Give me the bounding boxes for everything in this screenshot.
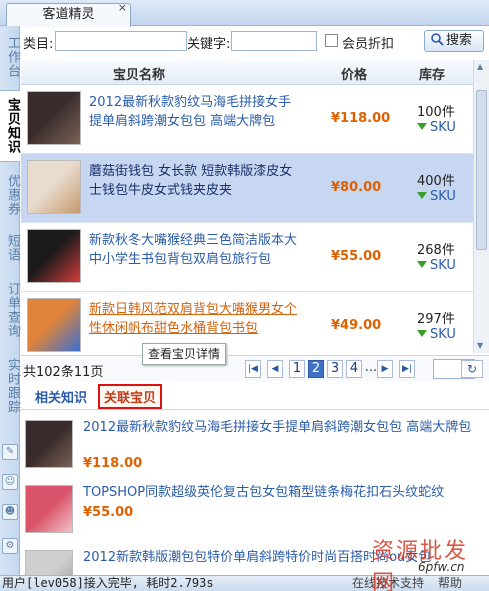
item-stock: 100件 (417, 105, 455, 120)
sku-dropdown[interactable]: SKU (417, 189, 456, 204)
keyword-input[interactable] (231, 31, 317, 51)
item-price: ¥118.00 (331, 111, 391, 126)
user-group-icon[interactable]: ☻ (2, 504, 18, 520)
category-label: 类目: (23, 37, 54, 52)
user-icon[interactable]: ☺ (2, 474, 18, 490)
watermark-site: 6pfw.cn (418, 560, 465, 574)
last-page-icon[interactable]: ▶| (399, 360, 415, 378)
sidebar-item-workbench[interactable]: 工作台 (0, 32, 20, 82)
item-thumbnail[interactable] (27, 298, 81, 352)
table-header: 宝贝名称 价格 库存 (21, 60, 473, 85)
sku-dropdown[interactable]: SKU (417, 258, 456, 273)
search-button-label: 搜索 (446, 33, 473, 48)
item-stock: 268件 (417, 243, 455, 258)
item-name-link[interactable]: 新款秋冬大嘴猴经典三色简洁版本大中小学生书包背包双肩包旅行包 (89, 231, 299, 269)
related-item-thumbnail[interactable] (25, 420, 73, 468)
item-price: ¥80.00 (331, 180, 382, 195)
sidebar-item-order-query[interactable]: 订单查询 (0, 276, 20, 344)
item-stock: 400件 (417, 174, 455, 189)
related-item-thumbnail[interactable] (25, 550, 73, 575)
related-item[interactable]: 2012最新秋款豹纹马海毛拼接女手提单肩斜跨潮女包包 高端大牌包 ¥118.00 (21, 412, 489, 477)
prev-page-icon[interactable]: ◀ (267, 360, 283, 378)
sku-dropdown[interactable]: SKU (417, 327, 456, 342)
tab-related-items[interactable]: 关联宝贝 (98, 384, 163, 409)
column-header-name: 宝贝名称 (113, 68, 166, 83)
tab-kedao-jingling[interactable]: 客道精灵 × (6, 1, 131, 27)
page-4-button[interactable]: 4 (346, 360, 362, 378)
page-3-button[interactable]: 3 (327, 360, 343, 378)
tab-title: 客道精灵 (42, 7, 95, 22)
column-header-price: 价格 (341, 68, 368, 83)
item-price: ¥49.00 (331, 318, 382, 333)
item-thumbnail[interactable] (27, 160, 81, 214)
item-price: ¥55.00 (331, 249, 382, 264)
related-item-price: ¥55.00 (83, 505, 134, 520)
pencil-icon[interactable]: ✎ (2, 444, 18, 460)
sidebar: 工作台 宝贝知识 优惠券 短语 订单查询 实时跟踪 ✎ ☺ ☻ ⚙ (0, 26, 20, 575)
pagination-bar: 共102条11页 |◀ ◀ 1 2 3 4 ... ▶ ▶| ↻ (21, 355, 489, 381)
items-table: 宝贝名称 价格 库存 2012最新秋款豹纹马海毛拼接女手提单肩斜跨潮女包包 高端… (21, 60, 473, 353)
page-2-button[interactable]: 2 (308, 360, 324, 378)
next-page-icon[interactable]: ▶ (377, 360, 393, 378)
related-item-name-link[interactable]: TOPSHOP同款超级英伦复古包女包箱型链条梅花扣石头纹蛇纹 (83, 483, 473, 502)
tab-related-knowledge[interactable]: 相关知识 (35, 387, 87, 406)
scrollbar-thumb[interactable] (476, 90, 487, 250)
first-page-icon[interactable]: |◀ (245, 360, 261, 378)
item-stock: 297件 (417, 312, 455, 327)
item-name-link[interactable]: 2012最新秋款豹纹马海毛拼接女手提单肩斜跨潮女包包 高端大牌包 (89, 93, 299, 131)
related-item-thumbnail[interactable] (25, 485, 73, 533)
total-count: 共102条11页 (23, 365, 104, 380)
search-icon (431, 33, 444, 46)
title-bar: 客道精灵 × (0, 0, 489, 27)
table-row[interactable]: 新款秋冬大嘴猴经典三色简洁版本大中小学生书包背包双肩包旅行包 ¥55.00 268件… (21, 223, 473, 292)
sku-dropdown[interactable]: SKU (417, 120, 456, 135)
related-item-price: ¥118.00 (83, 456, 143, 471)
scroll-down-icon[interactable]: ▼ (477, 341, 483, 350)
sidebar-item-item-knowledge[interactable]: 宝贝知识 (0, 90, 20, 162)
related-item-name-link[interactable]: 2012最新秋款豹纹马海毛拼接女手提单肩斜跨潮女包包 高端大牌包 (83, 418, 473, 437)
lower-tabs: 相关知识 关联宝贝 (21, 383, 489, 410)
category-input[interactable] (55, 31, 187, 51)
view-item-details-tooltip: 查看宝贝详情 (142, 343, 227, 365)
table-scrollbar[interactable]: ▲ ▼ (473, 60, 489, 353)
table-row[interactable]: 蘑菇街钱包 女长款 短款韩版漆皮女士钱包牛皮女式钱夹皮夹 ¥80.00 400件 SK… (21, 154, 473, 223)
search-bar: 类目: 关键字: 会员折扣 搜索 (21, 28, 489, 56)
search-button[interactable]: 搜索 (424, 30, 484, 52)
member-discount-label: 会员折扣 (342, 37, 395, 52)
table-row[interactable]: 新款日韩风范双肩背包大嘴猴男女个性休闲帆布甜色水桶背包书包 ¥49.00 297件 S… (21, 292, 473, 353)
scroll-up-icon[interactable]: ▲ (477, 62, 483, 71)
page-1-button[interactable]: 1 (289, 360, 305, 378)
sidebar-item-realtime-tracking[interactable]: 实时跟踪 (0, 352, 20, 420)
settings-icon[interactable]: ⚙ (2, 538, 18, 554)
sidebar-item-coupons[interactable]: 优惠券 (0, 168, 20, 222)
column-header-stock: 库存 (419, 68, 446, 83)
close-icon[interactable]: × (118, 1, 127, 15)
item-thumbnail[interactable] (27, 229, 81, 283)
keyword-label: 关键字: (187, 37, 231, 52)
table-row[interactable]: 2012最新秋款豹纹马海毛拼接女手提单肩斜跨潮女包包 高端大牌包 ¥118.00 1… (21, 85, 473, 154)
item-name-link[interactable]: 新款日韩风范双肩背包大嘴猴男女个性休闲帆布甜色水桶背包书包 (89, 300, 299, 338)
member-discount-checkbox[interactable] (325, 34, 338, 47)
item-name-link[interactable]: 蘑菇街钱包 女长款 短款韩版漆皮女士钱包牛皮女式钱夹皮夹 (89, 162, 299, 200)
refresh-icon[interactable]: ↻ (461, 360, 483, 378)
item-thumbnail[interactable] (27, 91, 81, 145)
status-message: 用户[lev058]接入完毕, 耗时2.793s (2, 576, 214, 590)
sidebar-item-phrases[interactable]: 短语 (0, 230, 20, 266)
